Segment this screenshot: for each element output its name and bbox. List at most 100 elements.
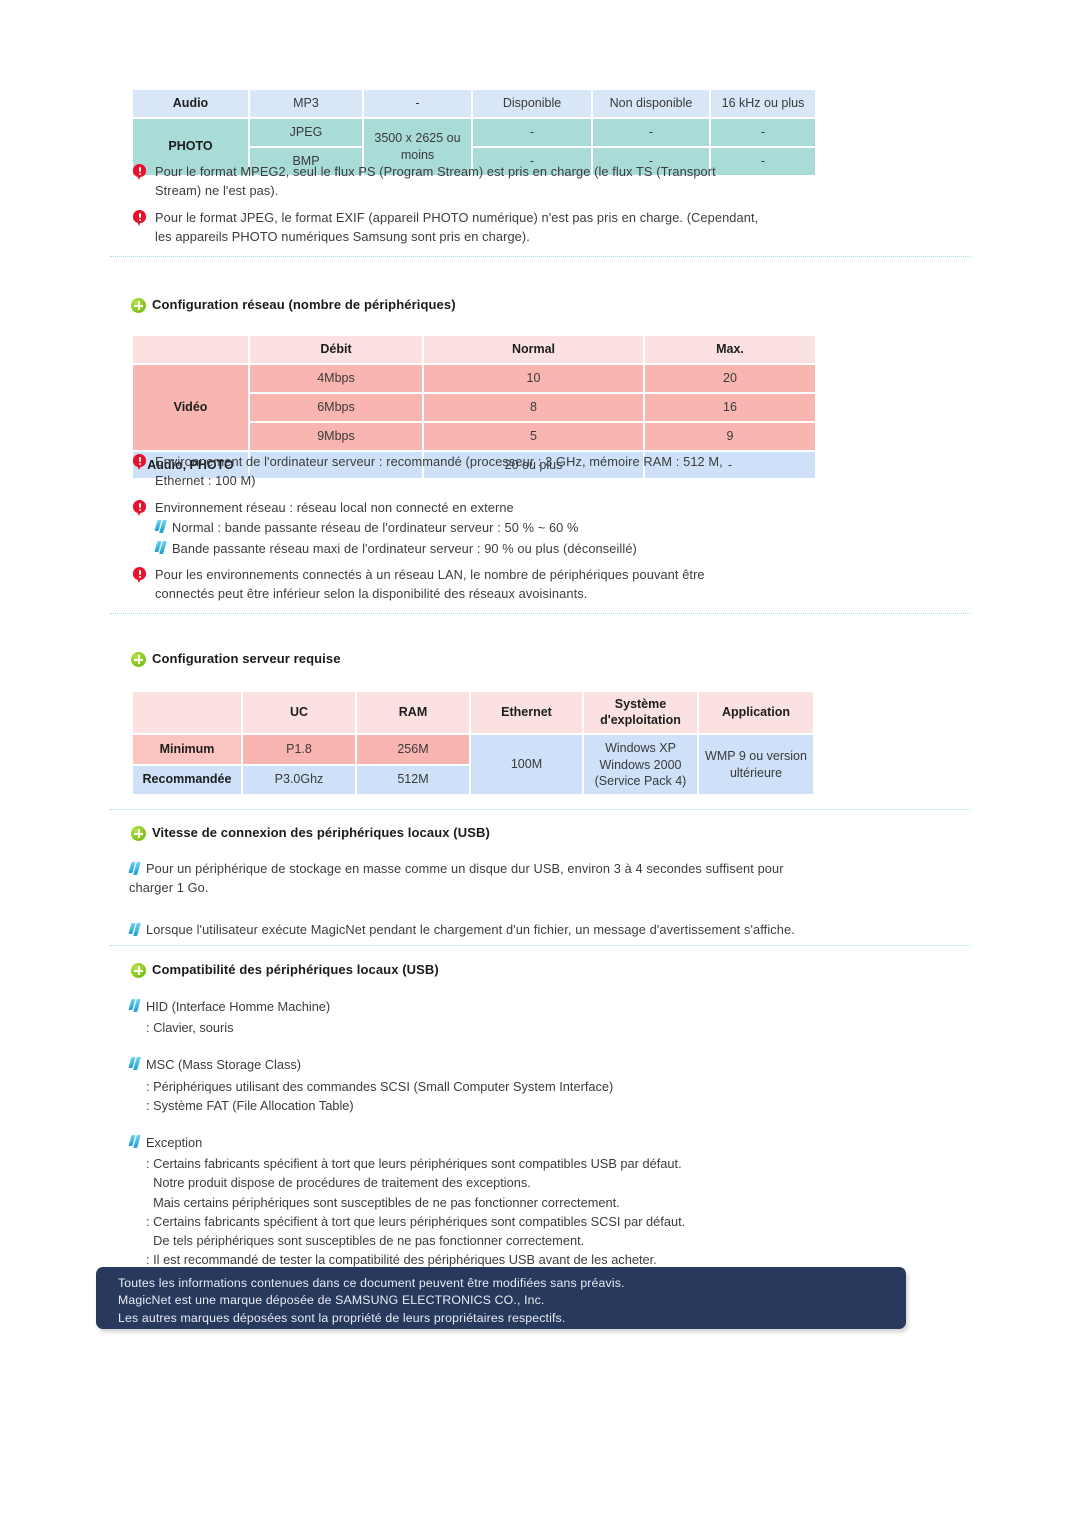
network-header-blank xyxy=(133,336,248,363)
server-cell-os: Windows XP Windows 2000 (Service Pack 4) xyxy=(584,735,697,794)
note-text: Lorsque l'utilisateur exécute MagicNet p… xyxy=(146,922,795,938)
table-row: Minimum P1.8 256M 100M Windows XP Window… xyxy=(133,735,813,794)
network-section-heading: Configuration réseau (nombre de périphér… xyxy=(131,297,456,313)
table-row: Débit Normal Max. xyxy=(133,336,815,363)
network-cell-max: 9 xyxy=(645,422,815,450)
compat-group-heading: Exception xyxy=(128,1133,889,1152)
server-header-application: Application xyxy=(699,692,813,734)
chevron-icon xyxy=(154,519,168,535)
server-row-label-recommended: Recommandée xyxy=(133,765,241,794)
compat-item: : Certains fabricants spécifient à tort … xyxy=(146,1213,686,1229)
plus-icon xyxy=(131,298,146,313)
server-cell-ram: 512M xyxy=(357,765,469,794)
compat-item: Mais certains périphériques sont suscept… xyxy=(146,1194,620,1210)
chevron-icon xyxy=(128,923,142,938)
compat-group: MSC (Mass Storage Class) : Périphériques… xyxy=(128,1055,889,1115)
legal-footer-banner: Toutes les informations contenues dans c… xyxy=(96,1267,906,1329)
compat-item: : Système FAT (File Allocation Table) xyxy=(146,1097,354,1113)
note-text: Environnement réseau : réseau local non … xyxy=(154,499,637,560)
note-item: Pour le format MPEG2, seul le flux PS (P… xyxy=(133,163,833,200)
sub-note-item: Normal : bande passante réseau de l'ordi… xyxy=(154,518,637,537)
note-text: Environnement de l'ordinateur serveur : … xyxy=(155,454,723,488)
server-row-label-minimum: Minimum xyxy=(133,735,241,764)
warning-icon xyxy=(133,454,146,472)
usb-compat-section-heading: Compatibilité des périphériques locaux (… xyxy=(131,962,439,978)
chevron-icon xyxy=(154,540,168,556)
network-header-max: Max. xyxy=(645,336,815,363)
compat-item: : Périphériques utilisant des commandes … xyxy=(146,1078,614,1094)
note-text: Pour les environnements connectés à un r… xyxy=(155,567,705,601)
chevron-icon xyxy=(128,1134,142,1150)
plus-icon xyxy=(131,652,146,667)
footer-line: MagicNet est une marque déposée de SAMSU… xyxy=(118,1293,545,1308)
server-requirements-table: UC RAM Ethernet Système d'exploitation A… xyxy=(131,690,815,796)
note-text: Pour le format MPEG2, seul le flux PS (P… xyxy=(155,164,716,198)
codec-cell: - xyxy=(711,118,815,146)
note-item: Pour le format JPEG, le format EXIF (app… xyxy=(133,209,833,246)
usb-speed-notes: Pour un périphérique de stockage en mass… xyxy=(128,860,889,949)
codec-row-label-audio: Audio xyxy=(133,90,248,117)
section-divider xyxy=(110,256,970,257)
sub-note-text: Normal : bande passante réseau de l'ordi… xyxy=(172,519,579,535)
server-cell-application: WMP 9 ou version ultérieure xyxy=(699,735,813,794)
server-cell-uc: P3.0Ghz xyxy=(243,765,355,794)
table-row: PHOTO JPEG 3500 x 2625 ou moins - - - xyxy=(133,118,815,175)
plus-icon xyxy=(131,963,146,978)
compat-item: : Clavier, souris xyxy=(146,1020,234,1036)
compat-heading-text: Exception xyxy=(146,1134,203,1150)
compat-heading-text: MSC (Mass Storage Class) xyxy=(146,1057,302,1073)
warning-icon xyxy=(133,567,146,585)
note-item: Environnement de l'ordinateur serveur : … xyxy=(133,453,853,490)
server-header-os: Système d'exploitation xyxy=(584,692,697,734)
network-cell-debit: 9Mbps xyxy=(250,422,422,450)
codec-cell: Disponible xyxy=(473,90,591,117)
compat-group-heading: MSC (Mass Storage Class) xyxy=(128,1055,889,1074)
warning-icon xyxy=(133,500,146,518)
network-cell-max: 20 xyxy=(645,364,815,392)
network-cell-max: 16 xyxy=(645,393,815,421)
codec-cell: Non disponible xyxy=(593,90,709,117)
codec-cell: 16 kHz ou plus xyxy=(711,90,815,117)
codec-cell: - xyxy=(593,118,709,146)
server-cell-uc: P1.8 xyxy=(243,735,355,764)
server-header-uc: UC xyxy=(243,692,355,734)
network-notes: Environnement de l'ordinateur serveur : … xyxy=(133,453,853,612)
codec-cell: JPEG xyxy=(250,118,362,146)
server-section-heading: Configuration serveur requise xyxy=(131,651,341,667)
plus-icon xyxy=(131,826,146,841)
compat-item: De tels périphériques sont susceptibles … xyxy=(146,1232,585,1248)
compat-group: Exception : Certains fabricants spécifie… xyxy=(128,1133,889,1269)
compat-heading-text: HID (Interface Homme Machine) xyxy=(146,999,331,1014)
note-item: Lorsque l'utilisateur exécute MagicNet p… xyxy=(128,921,889,940)
network-cell-normal: 5 xyxy=(424,422,643,450)
sub-note-text: Bande passante réseau maxi de l'ordinate… xyxy=(172,540,637,556)
table-row: Vidéo 4Mbps 10 20 xyxy=(133,364,815,450)
section-title: Vitesse de connexion des périphériques l… xyxy=(152,825,490,840)
chevron-icon xyxy=(128,999,142,1014)
compat-group-heading: HID (Interface Homme Machine) xyxy=(128,997,889,1016)
note-item: Pour un périphérique de stockage en mass… xyxy=(128,860,889,897)
usb-compat-groups: HID (Interface Homme Machine) : Clavier,… xyxy=(128,997,889,1269)
codec-cell: - xyxy=(364,90,471,117)
codec-notes: Pour le format MPEG2, seul le flux PS (P… xyxy=(133,163,833,255)
document-page: Audio MP3 - Disponible Non disponible 16… xyxy=(0,0,1080,1527)
compat-group: HID (Interface Homme Machine) : Clavier,… xyxy=(128,997,889,1037)
sub-note-item: Bande passante réseau maxi de l'ordinate… xyxy=(154,539,637,558)
footer-line: Toutes les informations contenues dans c… xyxy=(118,1276,625,1290)
section-title: Configuration réseau (nombre de périphér… xyxy=(152,297,456,312)
network-header-debit: Débit xyxy=(250,336,422,363)
compat-item: : Certains fabricants spécifient à tort … xyxy=(146,1156,682,1172)
network-header-normal: Normal xyxy=(424,336,643,363)
warning-icon xyxy=(133,164,146,182)
network-cell-debit: 4Mbps xyxy=(250,364,422,392)
network-cell-debit: 6Mbps xyxy=(250,393,422,421)
warning-icon xyxy=(133,210,146,228)
server-cell-ram: 256M xyxy=(357,735,469,764)
table-row: Audio MP3 - Disponible Non disponible 16… xyxy=(133,90,815,117)
codec-cell: - xyxy=(473,118,591,146)
chevron-icon xyxy=(128,1057,142,1072)
network-cell-normal: 10 xyxy=(424,364,643,392)
network-cell-normal: 8 xyxy=(424,393,643,421)
server-cell-ethernet: 100M xyxy=(471,735,582,794)
chevron-icon xyxy=(128,862,142,877)
